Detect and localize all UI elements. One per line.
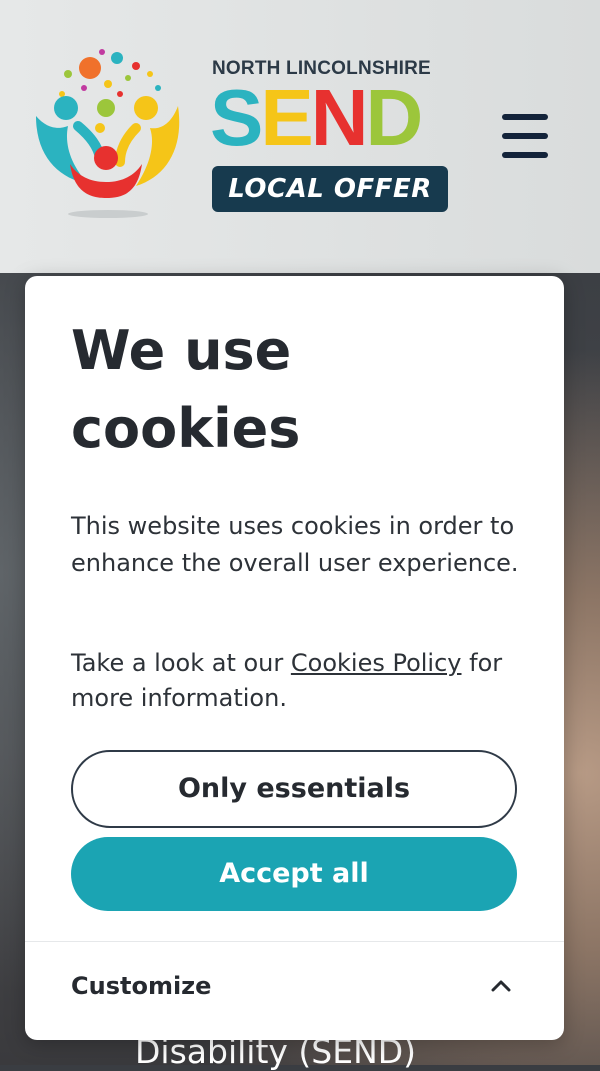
policy-prefix: Take a look at our <box>71 649 291 677</box>
cookie-policy-text: Take a look at our Cookies Policy for mo… <box>71 646 531 716</box>
cookies-policy-link[interactable]: Cookies Policy <box>291 649 462 677</box>
send-wordmark: SEND <box>210 73 424 162</box>
send-letter-s: S <box>210 73 263 162</box>
customize-label: Customize <box>71 972 212 1000</box>
site-header: NORTH LINCOLNSHIRE SEND LOCAL OFFER <box>0 0 600 273</box>
only-essentials-button[interactable]: Only essentials <box>71 750 517 828</box>
menu-bar <box>502 152 548 158</box>
cookie-dialog-description: This website uses cookies in order to en… <box>71 512 519 577</box>
menu-bar <box>502 114 548 120</box>
menu-bar <box>502 133 548 139</box>
local-offer-badge: LOCAL OFFER <box>212 166 448 212</box>
customize-toggle[interactable]: Customize <box>71 968 517 1008</box>
divider <box>25 941 564 942</box>
send-letter-n: N <box>310 73 369 162</box>
chevron-up-icon <box>491 980 511 992</box>
cookie-dialog-title: We use cookies <box>71 319 301 460</box>
send-letter-d: D <box>365 73 424 162</box>
send-letter-e: E <box>260 73 313 162</box>
hamburger-menu-icon[interactable] <box>498 110 554 162</box>
send-logo-icon[interactable] <box>28 46 188 226</box>
cookie-consent-dialog: We use cookies This website uses cookies… <box>25 276 564 1040</box>
send-local-offer-logo[interactable]: NORTH LINCOLNSHIRE SEND LOCAL OFFER <box>210 58 455 218</box>
accept-all-button[interactable]: Accept all <box>71 837 517 911</box>
